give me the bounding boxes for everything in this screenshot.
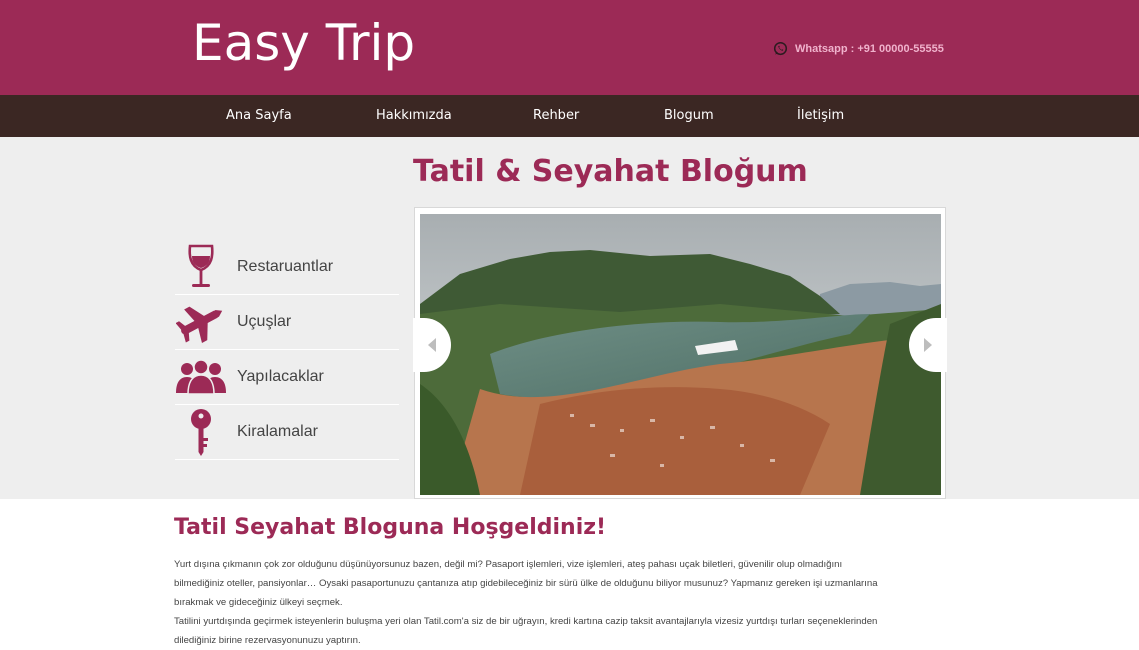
slide-image — [420, 214, 941, 495]
people-icon — [175, 352, 227, 402]
airplane-icon — [175, 297, 227, 347]
image-slider[interactable] — [413, 207, 947, 499]
whatsapp-icon — [773, 41, 788, 56]
category-item-restaurants[interactable]: Restaruantlar — [175, 240, 399, 295]
category-item-flights[interactable]: Uçuşlar — [175, 295, 399, 350]
welcome-title: Tatil Seyahat Bloguna Hoşgeldiniz! — [174, 515, 607, 540]
site-logo[interactable]: Easy Trip — [192, 14, 415, 72]
category-label: Restaruantlar — [237, 258, 334, 275]
category-item-things-to-do[interactable]: Yapılacaklar — [175, 350, 399, 405]
category-label: Kiralamalar — [237, 423, 318, 440]
nav-item-hakkimizda[interactable]: Hakkımızda — [376, 108, 452, 123]
category-label: Uçuşlar — [237, 313, 292, 330]
welcome-line-1: Yurt dışına çıkmanın çok zor olduğunu dü… — [174, 559, 843, 570]
nav-item-blogum[interactable]: Blogum — [664, 108, 714, 123]
category-item-rentals[interactable]: Kiralamalar — [175, 405, 399, 460]
nav-item-iletisim[interactable]: İletişim — [797, 108, 844, 123]
category-label: Yapılacaklar — [237, 368, 324, 385]
page-title: Tatil & Seyahat Bloğum — [413, 154, 808, 189]
nav-item-ana-sayfa[interactable]: Ana Sayfa — [226, 108, 292, 123]
category-list: Restaruantlar Uçuşlar Yapılacaklar Kiral… — [175, 240, 399, 460]
chevron-left-icon — [428, 338, 436, 352]
whatsapp-contact[interactable]: Whatsapp : +91 00000-55555 — [773, 41, 944, 56]
welcome-line-5: dilediğiniz birine rezervasyonunuzu yapt… — [174, 635, 361, 646]
welcome-text: Yurt dışına çıkmanın çok zor olduğunu dü… — [174, 555, 949, 650]
welcome-line-2: bilmediğiniz oteller, pansiyonlar… Oysak… — [174, 578, 878, 589]
wine-glass-icon — [175, 242, 227, 292]
welcome-line-3: bırakmak ve gideceğiniz ülkeyi seçmek. — [174, 597, 343, 608]
key-icon — [175, 407, 227, 457]
welcome-line-4: Tatilini yurtdışında geçirmek isteyenler… — [174, 616, 878, 627]
whatsapp-text: Whatsapp : +91 00000-55555 — [795, 42, 944, 55]
nav-item-rehber[interactable]: Rehber — [533, 108, 579, 123]
site-header: Easy Trip Whatsapp : +91 00000-55555 — [0, 0, 1139, 95]
main-nav: Ana Sayfa Hakkımızda Rehber Blogum İleti… — [0, 95, 1139, 137]
chevron-right-icon — [924, 338, 932, 352]
